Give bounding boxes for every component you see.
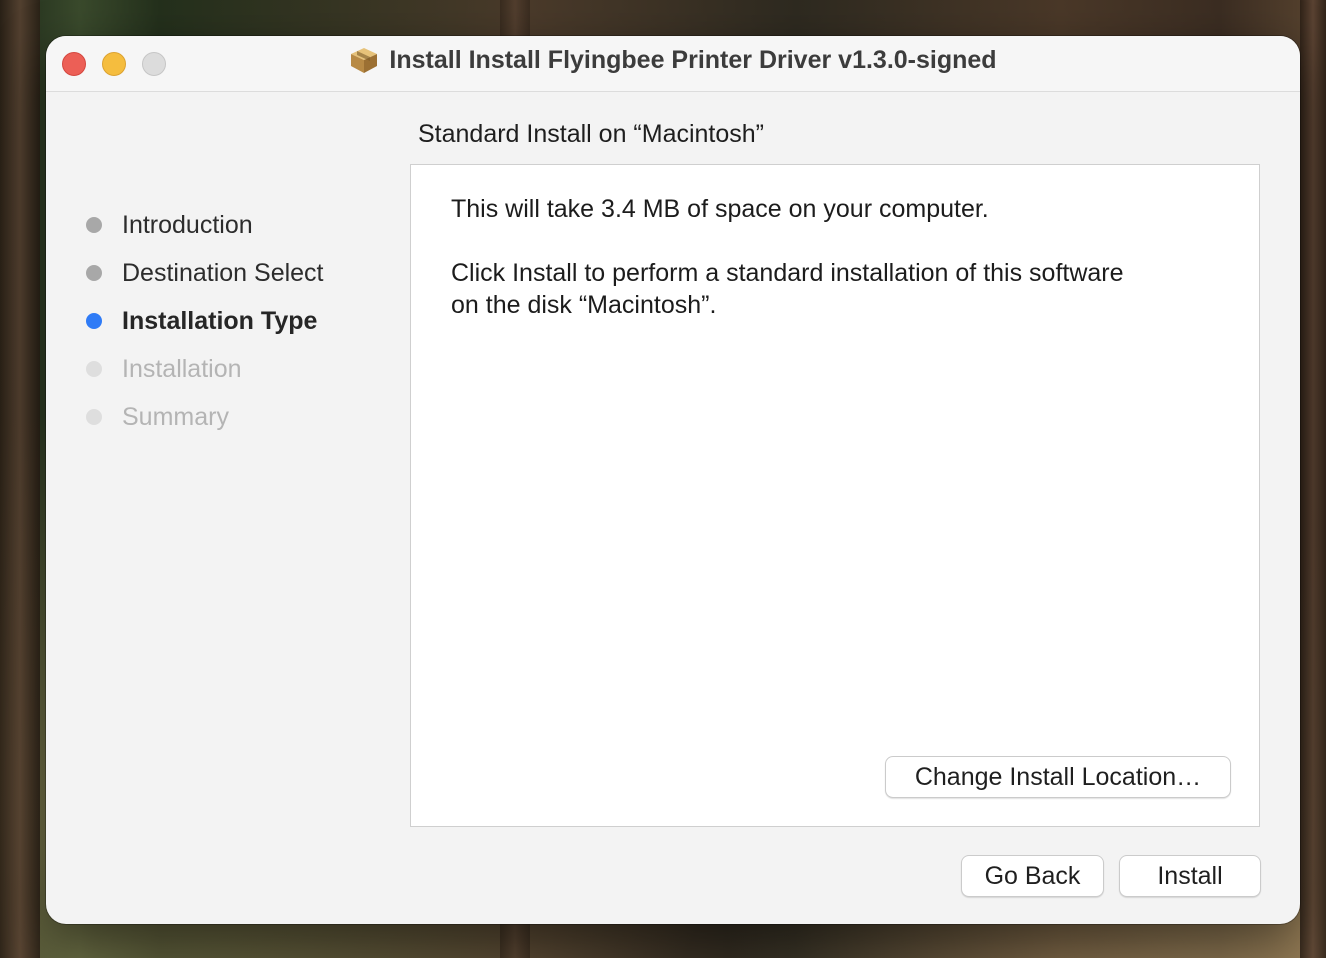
desktop-tree-trunk <box>0 0 40 958</box>
space-required-text: This will take 3.4 MB of space on your c… <box>451 195 989 223</box>
step-installation: Installation <box>86 349 242 389</box>
change-install-location-button[interactable]: Change Install Location… <box>885 756 1231 798</box>
installer-window: Install Install Flyingbee Printer Driver… <box>46 36 1300 924</box>
window-title: Install Install Flyingbee Printer Driver… <box>389 45 997 74</box>
step-label: Installation <box>122 354 242 383</box>
install-description-line-2: on the disk “Macintosh”. <box>451 291 717 319</box>
steps-sidebar: Introduction Destination Select Installa… <box>46 92 406 924</box>
step-status-dot <box>86 409 102 425</box>
step-status-dot <box>86 217 102 233</box>
page-title: Standard Install on “Macintosh” <box>418 120 765 148</box>
step-status-dot <box>86 361 102 377</box>
step-destination-select: Destination Select <box>86 253 324 293</box>
window-title-group: Install Install Flyingbee Printer Driver… <box>46 44 1300 76</box>
step-status-dot <box>86 313 102 329</box>
package-icon <box>349 46 379 74</box>
step-label: Destination Select <box>122 258 324 287</box>
install-button[interactable]: Install <box>1119 855 1261 897</box>
step-label: Introduction <box>122 210 253 239</box>
install-description-line-1: Click Install to perform a standard inst… <box>451 259 1124 287</box>
step-label: Installation Type <box>122 306 318 335</box>
content-panel: This will take 3.4 MB of space on your c… <box>410 164 1260 827</box>
step-label: Summary <box>122 402 229 431</box>
step-summary: Summary <box>86 397 229 437</box>
step-status-dot <box>86 265 102 281</box>
title-bar[interactable]: Install Install Flyingbee Printer Driver… <box>46 36 1300 92</box>
desktop-tree-trunk <box>1300 0 1326 958</box>
go-back-button[interactable]: Go Back <box>961 855 1104 897</box>
step-installation-type: Installation Type <box>86 301 317 341</box>
step-introduction: Introduction <box>86 205 253 245</box>
